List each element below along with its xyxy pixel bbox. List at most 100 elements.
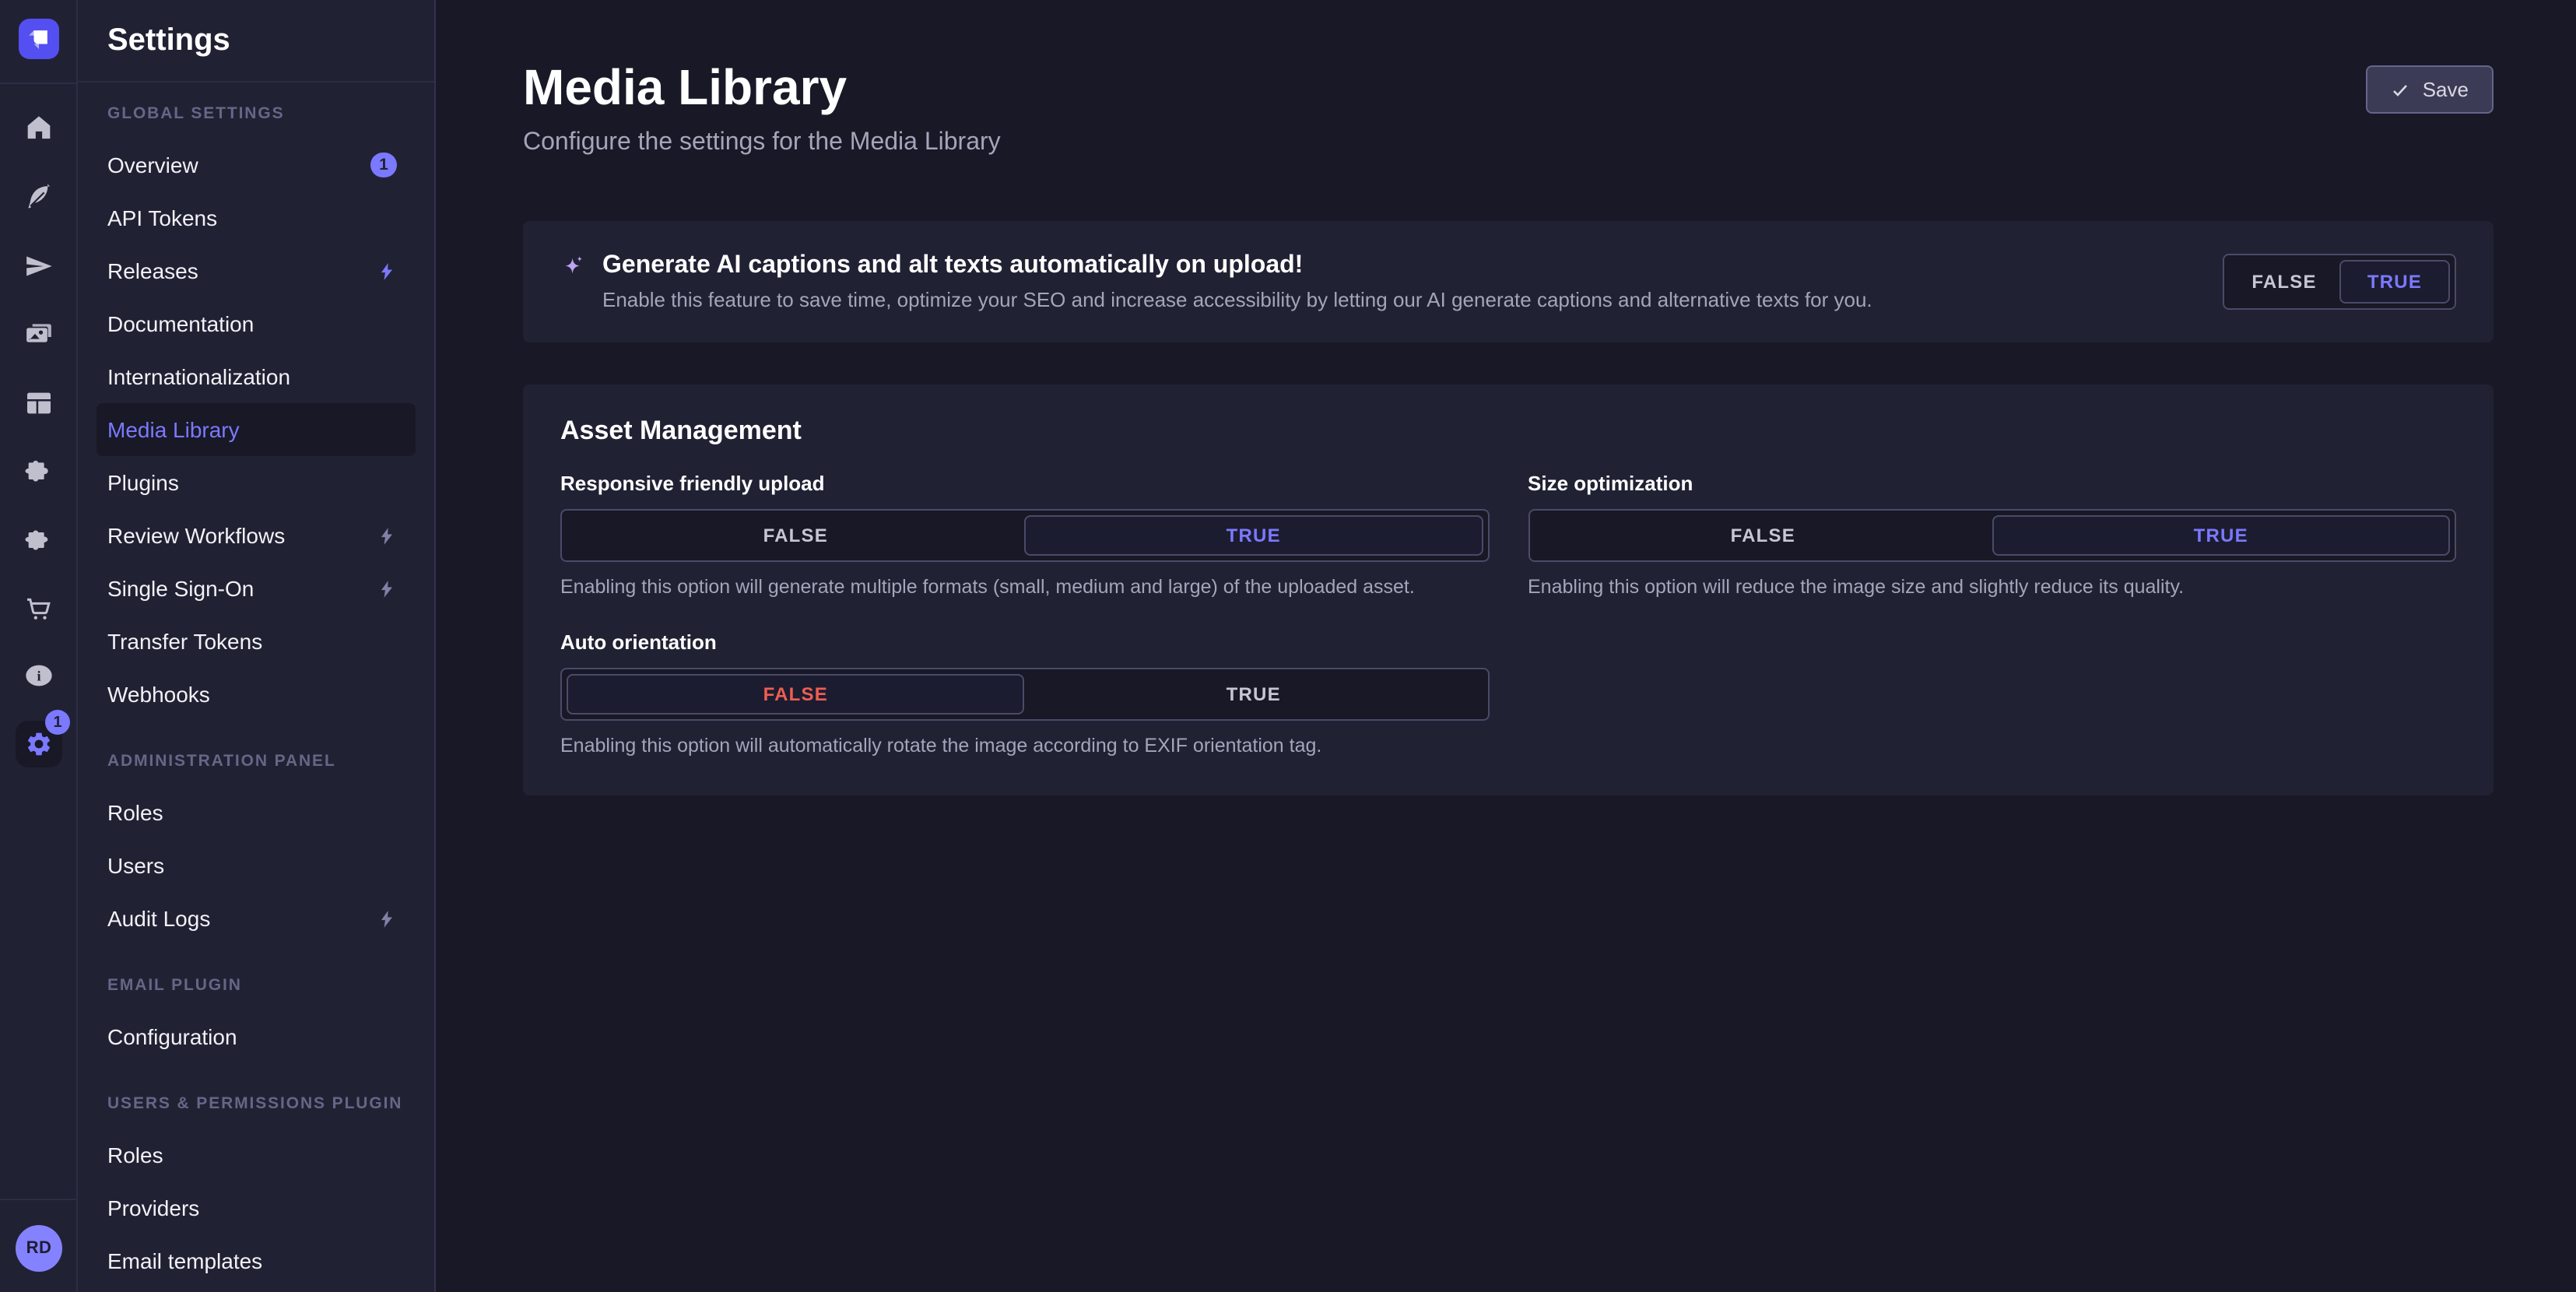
rail-divider [0, 1199, 78, 1200]
notification-badge: 1 [370, 153, 397, 177]
sidebar-item-label: Releases [107, 258, 377, 283]
field-auto-orientation: Auto orientation FALSETRUE Enabling this o… [560, 630, 1489, 758]
sidebar-section: EMAIL PLUGIN Configuration [97, 976, 416, 1063]
sidebar-item-audit-logs[interactable]: Audit Logs [97, 892, 416, 945]
sidebar-item-label: Plugins [107, 470, 397, 495]
ai-captions-true-option[interactable]: TRUE [2339, 260, 2450, 304]
strapi-logo[interactable] [19, 19, 59, 59]
sidebar-item-review-workflows[interactable]: Review Workflows [97, 509, 416, 562]
lightning-icon [377, 578, 397, 599]
sidebar-section: ADMINISTRATION PANEL Roles Users Audit Logs [97, 752, 416, 945]
page-title: Media Library [523, 59, 2494, 115]
sidebar-item-configuration[interactable]: Configuration [97, 1010, 416, 1063]
sidebar-section: USERS & PERMISSIONS PLUGIN Roles Providers… [97, 1094, 416, 1287]
ai-captions-false-option[interactable]: FALSE [2229, 260, 2339, 304]
sidebar-item-label: Media Library [107, 417, 397, 442]
sidebar-item-email-templates[interactable]: Email templates [97, 1234, 416, 1287]
sidebar-item-internationalization[interactable]: Internationalization [97, 350, 416, 403]
field-hint: Enabling this option will automatically … [560, 735, 1489, 758]
responsive-friendly-upload-true-option[interactable]: TRUE [1025, 515, 1483, 556]
sidebar-item-label: Overview [107, 153, 370, 177]
field-label: Responsive friendly upload [560, 472, 1489, 495]
app-window: i 1 RD Settings GLOBAL SETTINGSOverview1… [0, 0, 2576, 1292]
sidebar-item-label: Audit Logs [107, 906, 377, 931]
sidebar-item-label: Documentation [107, 311, 397, 336]
sidebar-item-users[interactable]: Users [97, 839, 416, 892]
sidebar-item-releases[interactable]: Releases [97, 244, 416, 297]
save-button[interactable]: Save [2367, 65, 2494, 114]
marketplace-icon[interactable] [23, 525, 54, 556]
auto-orientation-toggle: FALSETRUE [560, 668, 1489, 721]
sparkle-icon [560, 253, 587, 279]
sidebar-item-label: Webhooks [107, 682, 397, 707]
size-optimization-true-option[interactable]: TRUE [1992, 515, 2451, 556]
responsive-friendly-upload-toggle: FALSETRUE [560, 509, 1489, 562]
sidebar-item-label: Transfer Tokens [107, 629, 397, 654]
responsive-friendly-upload-false-option[interactable]: FALSE [567, 515, 1025, 556]
auto-orientation-true-option[interactable]: TRUE [1025, 674, 1483, 714]
section-label: GLOBAL SETTINGS [97, 104, 416, 123]
save-button-label: Save [2423, 78, 2469, 101]
sidebar-item-single-sign-on[interactable]: Single Sign-On [97, 562, 416, 615]
card-title: Asset Management [560, 416, 2456, 447]
info-icon[interactable]: i [23, 660, 54, 691]
settings-notification-badge: 1 [45, 710, 70, 735]
sidebar-item-label: API Tokens [107, 205, 397, 230]
field-size-optimization: Size optimization FALSETRUE Enabling this … [1528, 472, 2456, 599]
sidebar-item-webhooks[interactable]: Webhooks [97, 668, 416, 721]
main-content: Media Library Configure the settings for… [436, 0, 2576, 1292]
sidebar-item-label: Email templates [107, 1248, 397, 1273]
avatar[interactable]: RD [16, 1225, 62, 1272]
strapi-logo-icon [19, 19, 59, 59]
sidebar-item-label: Review Workflows [107, 523, 377, 548]
auto-orientation-false-option[interactable]: FALSE [567, 674, 1025, 714]
sidebar-item-roles[interactable]: Roles [97, 786, 416, 839]
lightning-icon [377, 525, 397, 546]
rail-divider [0, 83, 78, 84]
sidebar-item-transfer-tokens[interactable]: Transfer Tokens [97, 615, 416, 668]
settings-sidebar: Settings GLOBAL SETTINGS Overview1 API Tok… [78, 0, 436, 1292]
sidebar-item-documentation[interactable]: Documentation [97, 297, 416, 350]
sidebar-item-api-tokens[interactable]: API Tokens [97, 191, 416, 244]
sidebar-item-label: Users [107, 853, 397, 878]
icon-rail: i 1 RD [0, 0, 78, 1292]
size-optimization-false-option[interactable]: FALSE [1534, 515, 1992, 556]
field-label: Size optimization [1528, 472, 2456, 495]
sidebar-item-roles[interactable]: Roles [97, 1129, 416, 1181]
purchases-cart-icon[interactable] [23, 593, 54, 624]
media-library-icon[interactable] [23, 318, 54, 349]
sidebar-item-media-library[interactable]: Media Library [97, 403, 416, 456]
feather-icon[interactable] [23, 182, 54, 213]
paper-plane-icon[interactable] [23, 251, 54, 282]
plugins-icon[interactable] [23, 456, 54, 487]
page-subtitle: Configure the settings for the Media Lib… [523, 129, 2494, 157]
home-icon[interactable] [23, 112, 54, 143]
sidebar-item-label: Single Sign-On [107, 576, 377, 601]
sidebar-item-overview[interactable]: Overview1 [97, 139, 416, 191]
section-label: ADMINISTRATION PANEL [97, 752, 416, 771]
sidebar-item-label: Configuration [107, 1024, 397, 1049]
asset-management-card: Asset Management Responsive friendly upl… [523, 384, 2494, 795]
section-label: EMAIL PLUGIN [97, 976, 416, 995]
banner-description: Enable this feature to save time, optimi… [560, 288, 1872, 311]
lightning-icon [377, 261, 397, 281]
sidebar-item-label: Internationalization [107, 364, 397, 389]
sidebar-item-label: Providers [107, 1195, 397, 1220]
field-hint: Enabling this option will reduce the ima… [1528, 576, 2456, 599]
content-manager-icon[interactable] [23, 388, 54, 419]
fields-grid: Responsive friendly uploadFALSETRUEEnabl… [560, 472, 2456, 758]
field-label: Auto orientation [560, 630, 1489, 654]
ai-captions-toggle: FALSETRUE [2223, 254, 2456, 310]
size-optimization-toggle: FALSETRUE [1528, 509, 2456, 562]
sidebar-title: Settings [78, 0, 434, 83]
sidebar-item-providers[interactable]: Providers [97, 1181, 416, 1234]
sidebar-section: GLOBAL SETTINGS Overview1 API Tokens Releas… [97, 104, 416, 721]
check-icon [2392, 80, 2410, 99]
field-hint: Enabling this option will generate multi… [560, 576, 1489, 599]
sidebar-nav-list: GLOBAL SETTINGS Overview1 API Tokens Releas… [78, 83, 434, 1287]
sidebar-item-plugins[interactable]: Plugins [97, 456, 416, 509]
sidebar-item-label: Roles [107, 800, 397, 825]
section-label: USERS & PERMISSIONS PLUGIN [97, 1094, 416, 1113]
sidebar-item-label: Roles [107, 1143, 397, 1167]
field-responsive-friendly-upload: Responsive friendly upload FALSETRUE Enabl… [560, 472, 1489, 599]
